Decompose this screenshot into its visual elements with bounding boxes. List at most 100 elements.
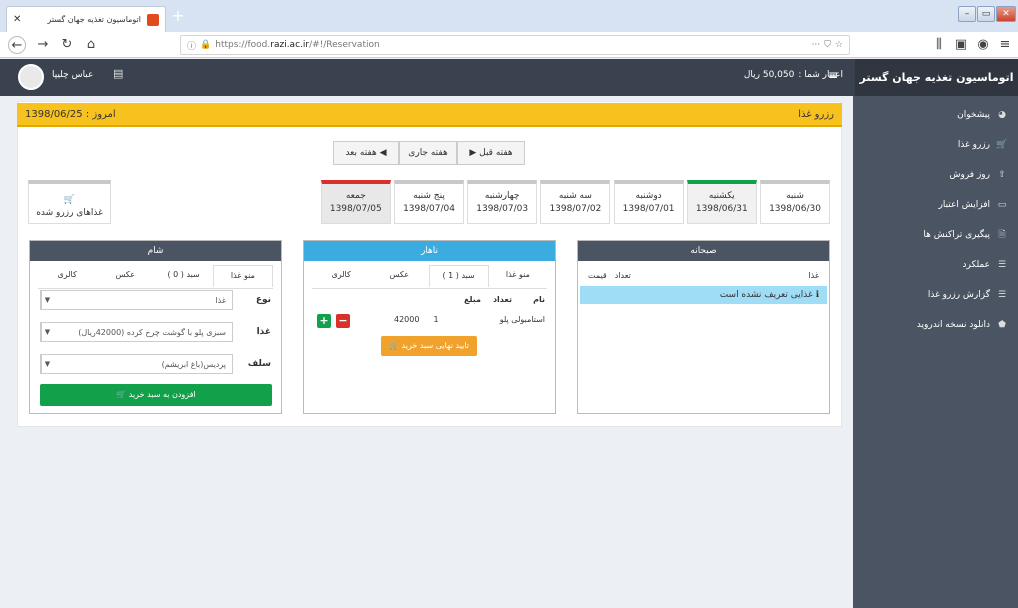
sidebar-item-0[interactable]: ◕ پیشخوان [853, 102, 1018, 128]
menu-icon[interactable]: ≡ [996, 36, 1014, 54]
sidebar-item-1[interactable]: 🛒 رزرو غذا [853, 132, 1018, 158]
remove-item-button[interactable]: − [336, 314, 350, 328]
tab-menu[interactable]: منو غذا [212, 265, 273, 287]
empty-message: ℹ غذایی تعریف نشده است [580, 286, 827, 304]
day-date: 1398/07/01 [622, 204, 675, 214]
day-date: 1398/06/30 [769, 204, 821, 214]
android-icon: ⬟ [998, 320, 1006, 330]
day-name: چهارشنبه [484, 191, 520, 201]
day-name: جمعه [345, 191, 366, 201]
page-title: رزرو غذا [798, 108, 834, 120]
day-name: پنج شنبه [413, 191, 445, 201]
food-label: غذا [256, 327, 271, 337]
prev-week-button[interactable]: هفته قبل ▶ [457, 141, 525, 165]
sidebar-item-7[interactable]: ⬟ دانلود نسخه اندروید [853, 312, 1018, 338]
dashboard-icon: ◕ [998, 110, 1006, 120]
sidebar-item-label: پیشخوان [957, 110, 990, 120]
day-date: 1398/07/05 [329, 204, 382, 214]
back-icon[interactable]: ← [8, 36, 26, 54]
minimize-button[interactable]: – [958, 6, 976, 22]
maximize-button[interactable]: ▭ [977, 6, 995, 22]
sidebar-item-5[interactable]: ☰ عملکرد [853, 252, 1018, 278]
tab-photo[interactable]: عکس [370, 265, 428, 287]
bookmark-star-icon[interactable]: ☆ [835, 40, 843, 50]
info-icon[interactable]: ⓘ [187, 39, 196, 52]
food-select[interactable]: سبزی پلو با گوشت چرخ کرده (42000ریال) ▼ [40, 322, 233, 342]
sidebar-item-label: روز فروش [949, 170, 991, 180]
url-bar[interactable]: ⓘ 🔒 https://food.razi.ac.ir/#!/Reservati… [180, 35, 850, 55]
day-name: دوشنبه [635, 191, 662, 201]
tab-title: اتوماسیون تغذیه جهان گستر [47, 15, 141, 24]
day-tab-4[interactable]: چهارشنبه 1398/07/03 [467, 180, 538, 224]
col-amount: مبلغ [464, 295, 481, 304]
confirm-basket-button[interactable]: 🛒 تایید نهایی سبد خرید [381, 336, 477, 356]
reserved-foods-tab[interactable]: 🛒 غذاهای رزرو شده [28, 180, 111, 224]
today-date: امروز : 1398/06/25 [25, 108, 116, 120]
page-actions-icon[interactable]: ··· [812, 40, 821, 50]
type-select[interactable]: غذا ▼ [40, 290, 233, 310]
account-icon[interactable]: ◉ [974, 36, 992, 54]
browser-tab[interactable]: اتوماسیون تغذیه جهان گستر ✕ [6, 6, 166, 32]
day-name: سه شنبه [558, 191, 592, 201]
user-card-icon[interactable]: ▤ [113, 67, 123, 80]
tab-basket[interactable]: سبد ( 1 ) [428, 265, 489, 287]
new-tab-icon[interactable]: + [170, 8, 186, 25]
add-item-button[interactable]: + [317, 314, 331, 328]
credit-label: اعتبار شما : [798, 70, 843, 80]
sidebar-item-label: عملکرد [962, 260, 991, 270]
sidebar-item-4[interactable]: 🗎 پیگیری تراکنش ها [853, 222, 1018, 248]
sidebar-item-label: افزایش اعتبار [938, 200, 991, 210]
close-tab-icon[interactable]: ✕ [13, 14, 21, 25]
day-name: یکشنبه [708, 191, 735, 201]
forward-icon[interactable]: → [34, 36, 52, 54]
day-tab-2[interactable]: دوشنبه 1398/07/01 [613, 180, 684, 224]
tab-photo[interactable]: عکس [96, 265, 154, 287]
add-to-basket-button[interactable]: 🛒 افزودن به سبد خرید [40, 384, 272, 406]
sidebar-toggle-icon[interactable]: ▣ [952, 36, 970, 54]
tab-calorie[interactable]: کالری [312, 265, 370, 287]
close-window-button[interactable]: ✕ [996, 6, 1016, 22]
sidebar-item-3[interactable]: ▭ افزایش اعتبار [853, 192, 1018, 218]
lunch-columns: نام تعداد مبلغ [314, 295, 545, 304]
col-name: نام [533, 295, 545, 304]
item-count: 1 [433, 315, 439, 324]
day-tab-5[interactable]: پنج شنبه 1398/07/04 [394, 180, 464, 224]
tab-basket[interactable]: سبد ( 0 ) [155, 265, 213, 287]
pocket-icon[interactable]: ⛉ [824, 40, 831, 50]
home-icon[interactable]: ⌂ [82, 36, 100, 54]
dinner-subtabs: منو غذا سبد ( 0 ) عکس کالری [30, 265, 281, 287]
sidebar-item-label: رزرو غذا [957, 140, 990, 150]
sidebar-item-2[interactable]: ⇧ روز فروش [853, 162, 1018, 188]
app-brand[interactable]: اتوماسیون تغذیه جهان گستر [855, 59, 1018, 96]
empty-message-text: غذایی تعریف نشده است [719, 290, 813, 300]
file-icon: 🗎 [998, 230, 1006, 240]
library-icon[interactable]: ⫼ [930, 36, 948, 54]
credit-display: اعتبار شما : 50,050 ریال [744, 70, 843, 80]
tab-calorie[interactable]: کالری [38, 265, 96, 287]
sidebar-item-label: پیگیری تراکنش ها [923, 230, 990, 240]
lunch-subtabs: منو غذا سبد ( 1 ) عکس کالری [304, 265, 555, 287]
url-text: https://food.razi.ac.ir/#!/Reservation [215, 40, 380, 50]
sidebar-item-label: دانلود نسخه اندروید [916, 320, 990, 330]
reserved-foods-label: غذاهای رزرو شده [36, 208, 103, 218]
hall-select[interactable]: پردیس(باغ ابریشم) ▼ [40, 354, 233, 374]
day-tab-3[interactable]: سه شنبه 1398/07/02 [540, 180, 611, 224]
tab-menu[interactable]: منو غذا [489, 265, 547, 287]
day-date: 1398/07/03 [476, 204, 529, 214]
col-price: قیمت [588, 271, 607, 280]
cart-icon: 🛒 [996, 140, 1008, 150]
day-tab-0[interactable]: شنبه 1398/06/30 [760, 180, 830, 224]
sidebar-item-6[interactable]: ☰ گزارش رزرو غذا [853, 282, 1018, 308]
day-tab-1[interactable]: یکشنبه 1398/06/31 [686, 180, 757, 224]
favicon-icon [147, 13, 159, 26]
current-week-button[interactable]: هفته جاری [399, 141, 457, 165]
day-tab-6[interactable]: جمعه 1398/07/05 [320, 180, 391, 224]
avatar[interactable] [18, 64, 44, 90]
info-icon: ℹ [815, 290, 819, 300]
user-name[interactable]: عباس چلیپا [52, 70, 93, 80]
day-date: 1398/07/04 [403, 204, 455, 214]
col-count: تعداد [614, 271, 631, 280]
next-week-button[interactable]: ◀ هفته بعد [333, 141, 399, 165]
reload-icon[interactable]: ↻ [58, 36, 76, 54]
day-date: 1398/06/31 [695, 204, 748, 214]
